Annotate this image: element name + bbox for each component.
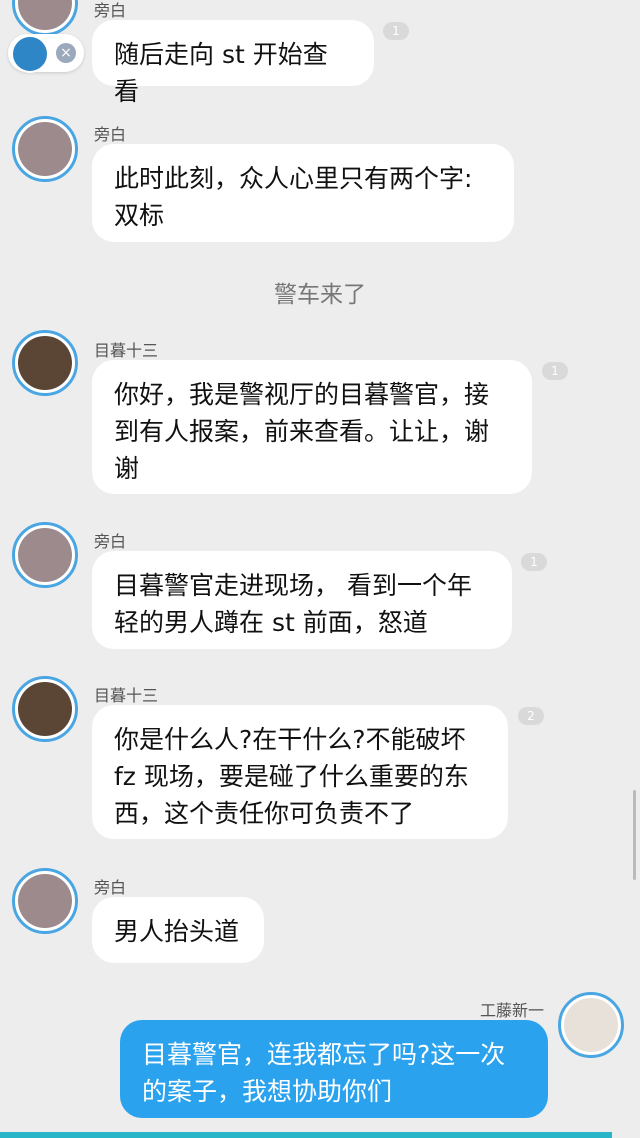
avatar[interactable]: [12, 868, 78, 934]
avatar[interactable]: [12, 676, 78, 742]
avatar[interactable]: [12, 330, 78, 396]
sender-name: 旁白: [94, 532, 127, 551]
input-bar-edge: [0, 1132, 612, 1138]
floating-tool[interactable]: ×: [8, 34, 84, 73]
message-bubble[interactable]: 随后走向 st 开始查看: [92, 20, 374, 106]
avatar[interactable]: [12, 116, 78, 182]
avatar[interactable]: [558, 992, 624, 1058]
sender-name: 旁白: [94, 1, 127, 20]
sender-name: 旁白: [94, 878, 127, 897]
sender-name: 旁白: [94, 125, 127, 144]
message-bubble[interactable]: 男人抬头道: [92, 897, 264, 963]
read-count-badge: 1: [521, 553, 547, 571]
close-icon[interactable]: ×: [56, 43, 76, 63]
sender-name: 目暮十三: [94, 341, 159, 360]
avatar[interactable]: [12, 0, 78, 36]
read-count-badge: 1: [542, 362, 568, 380]
sender-name: 工藤新一: [480, 1001, 545, 1020]
message-bubble[interactable]: 目暮警官走进现场， 看到一个年 轻的男人蹲在 st 前面，怒道: [92, 551, 512, 649]
avatar[interactable]: [12, 522, 78, 588]
read-count-badge: 1: [383, 22, 409, 40]
sender-name: 目暮十三: [94, 686, 159, 705]
read-count-badge: 2: [518, 707, 544, 725]
message-bubble[interactable]: 此时此刻，众人心里只有两个字: 双标: [92, 144, 514, 242]
paw-icon[interactable]: [11, 35, 49, 73]
scrollbar[interactable]: [633, 790, 636, 880]
message-bubble[interactable]: 你是什么人?在干什么?不能破坏 fz 现场，要是碰了什么重要的东 西，这个责任你…: [92, 705, 508, 839]
narration-text: 警车来了: [274, 282, 366, 308]
message-bubble[interactable]: 你好，我是警视厅的目暮警官，接 到有人报案，前来查看。让让，谢 谢: [92, 360, 532, 494]
message-bubble[interactable]: 目暮警官，连我都忘了吗?这一次 的案子，我想协助你们: [120, 1020, 548, 1118]
